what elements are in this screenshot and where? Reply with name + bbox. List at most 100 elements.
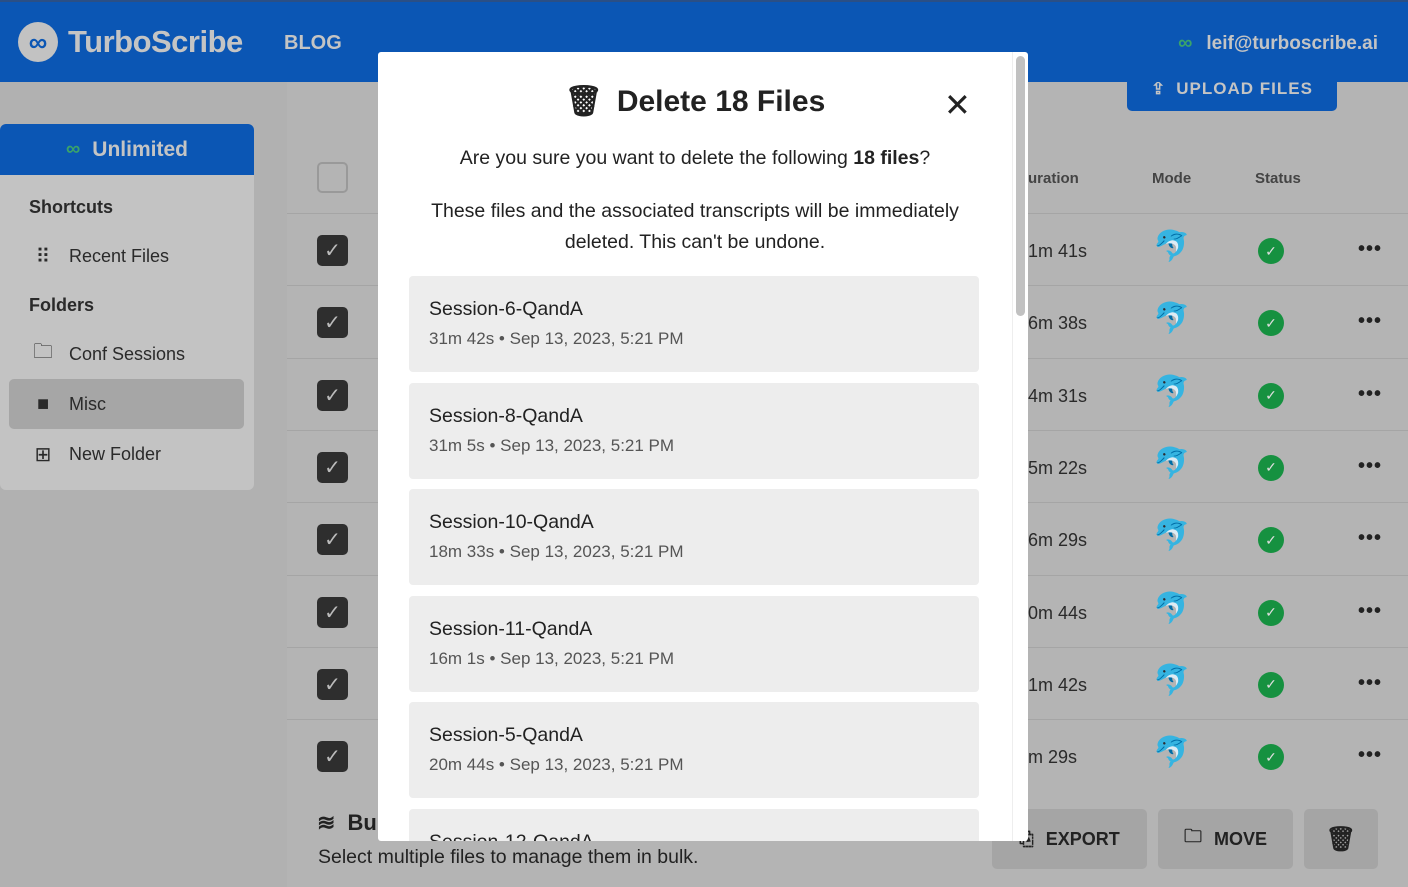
file-name: Session-6-QandA [429, 298, 583, 320]
row-checkbox-checked[interactable]: ✓ [317, 596, 348, 628]
delete-files-modal: 🗑 Delete 18 Files ✕ Are you sure you want… [378, 52, 1028, 841]
column-duration[interactable]: uration [1028, 170, 1079, 187]
warning-text: These files and the associated transcrip… [431, 200, 959, 253]
file-list-item: Session-10-QandA 18m 33s • Sep 13, 2023,… [409, 489, 979, 585]
delete-button[interactable]: 🗑 [1304, 809, 1378, 869]
check-circle-icon: ✓ [1258, 238, 1284, 264]
layers-icon: ≋ [317, 810, 336, 835]
row-checkbox-checked[interactable]: ✓ [317, 668, 348, 700]
user-email: leif@turboscribe.ai [1206, 32, 1378, 54]
close-icon[interactable]: ✕ [944, 86, 971, 124]
file-list-item: Session-6-QandA 31m 42s • Sep 13, 2023, … [409, 276, 979, 372]
blog-link[interactable]: BLOG [284, 32, 342, 55]
upload-files-label: UPLOAD FILES [1176, 82, 1313, 98]
duration: m 29s [1028, 747, 1078, 768]
upload-files-button[interactable]: ⇪ UPLOAD FILES [1127, 82, 1337, 111]
folder-filled-icon: ■ [36, 392, 50, 415]
user-menu[interactable]: ∞ leif@turboscribe.ai [1178, 32, 1378, 55]
question-count: 18 files [853, 147, 920, 169]
move-button[interactable]: 🗀 MOVE [1158, 809, 1293, 869]
dolphin-icon: 🐬 [1153, 230, 1191, 263]
duration: 6m 29s [1028, 530, 1088, 551]
more-options-icon[interactable]: ••• [1358, 238, 1382, 261]
row-checkbox-checked[interactable]: ✓ [317, 451, 348, 483]
file-meta: 20m 44s • Sep 13, 2023, 5:21 PM [429, 755, 684, 774]
sidebar: ∞ Unlimited Shortcuts ⠿ Recent Files Folde… [0, 124, 254, 490]
plan-badge[interactable]: ∞ Unlimited [0, 124, 254, 175]
select-all-checkbox[interactable] [317, 162, 348, 193]
check-circle-icon: ✓ [1258, 310, 1284, 337]
dolphin-icon: 🐬 [1153, 446, 1191, 480]
trash-icon: 🗑 [1325, 825, 1357, 853]
file-name: Session-12-QandA [429, 831, 959, 842]
sidebar-item-label: Recent Files [69, 245, 170, 266]
folders-heading: Folders [29, 295, 95, 315]
export-label: EXPORT [1045, 828, 1120, 849]
sidebar-item-label: Misc [69, 393, 106, 414]
sidebar-item-misc[interactable]: ■ Misc [9, 379, 244, 429]
row-checkbox-checked[interactable]: ✓ [317, 379, 348, 411]
duration: 4m 31s [1028, 385, 1088, 406]
sidebar-item-recent-files[interactable]: ⠿ Recent Files [9, 231, 244, 281]
duration: 1m 42s [1028, 674, 1088, 695]
file-meta: 31m 5s • Sep 13, 2023, 5:21 PM [429, 435, 675, 455]
infinity-icon: ∞ [66, 138, 81, 160]
check-circle-icon: ✓ [1258, 527, 1284, 554]
row-checkbox-checked[interactable]: ✓ [317, 741, 348, 773]
sidebar-item-label: New Folder [69, 443, 162, 464]
file-meta: 16m 1s • Sep 13, 2023, 5:21 PM [429, 648, 675, 668]
more-options-icon[interactable]: ••• [1358, 527, 1382, 550]
row-checkbox-checked[interactable]: ✓ [317, 307, 348, 339]
dolphin-icon: 🐬 [1153, 302, 1191, 336]
check-circle-icon: ✓ [1258, 744, 1284, 771]
brand-name: TurboScribe [68, 24, 243, 59]
sidebar-item-new-folder[interactable]: ⊞ New Folder [9, 429, 244, 479]
file-meta: 31m 42s • Sep 13, 2023, 5:21 PM [429, 329, 684, 348]
bulk-title: Bu [347, 810, 377, 835]
check-circle-icon: ✓ [1258, 454, 1284, 481]
dolphin-icon: 🐬 [1153, 519, 1191, 553]
row-checkbox-checked[interactable]: ✓ [317, 235, 348, 266]
scrollbar-track[interactable] [1012, 52, 1028, 841]
infinity-icon: ∞ [1178, 32, 1193, 54]
column-status[interactable]: Status [1255, 170, 1301, 187]
more-options-icon[interactable]: ••• [1358, 455, 1382, 478]
file-list-item: Session-11-QandA 16m 1s • Sep 13, 2023, … [409, 595, 979, 692]
scrollbar-thumb[interactable] [1016, 56, 1025, 316]
more-options-icon[interactable]: ••• [1358, 744, 1382, 767]
plan-label: Unlimited [92, 137, 188, 161]
folder-move-icon: 🗀 [1183, 826, 1202, 846]
sidebar-item-label: Conf Sessions [69, 343, 186, 364]
folder-plus-icon: ⊞ [34, 443, 52, 466]
file-name: Session-8-QandA [429, 404, 583, 427]
bulk-description: Select multiple files to manage them in … [318, 846, 699, 868]
infinity-logo-icon: ∞ [18, 22, 58, 62]
dolphin-icon: 🐬 [1153, 591, 1191, 625]
file-meta: 18m 33s • Sep 13, 2023, 5:21 PM [429, 542, 684, 561]
check-circle-icon: ✓ [1258, 382, 1284, 409]
dolphin-icon: 🐬 [1153, 374, 1191, 408]
modal-title-text: Delete 18 Files [616, 84, 826, 118]
sidebar-item-conf-sessions[interactable]: 🗀 Conf Sessions [9, 329, 244, 379]
trash-icon: 🗑 [564, 85, 603, 118]
upload-icon: ⇪ [1151, 82, 1167, 98]
confirm-question: Are you sure you want to delete the foll… [378, 147, 1012, 170]
file-list-item: Session-12-QandA [409, 808, 979, 842]
dolphin-icon: 🐬 [1153, 736, 1191, 770]
modal-title: 🗑 Delete 18 Files [378, 84, 1012, 119]
duration: 5m 22s [1028, 457, 1088, 478]
row-checkbox-checked[interactable]: ✓ [317, 524, 348, 556]
file-list-item: Session-5-QandA 20m 44s • Sep 13, 2023, … [409, 702, 979, 798]
grid-icon: ⠿ [35, 245, 51, 268]
more-options-icon[interactable]: ••• [1358, 600, 1382, 623]
more-options-icon[interactable]: ••• [1358, 310, 1382, 333]
more-options-icon[interactable]: ••• [1358, 672, 1382, 695]
duration: 6m 38s [1028, 313, 1088, 334]
question-end: ? [919, 147, 931, 169]
more-options-icon[interactable]: ••• [1358, 383, 1382, 406]
check-circle-icon: ✓ [1258, 599, 1284, 626]
question-text: Are you sure you want to delete the foll… [459, 147, 854, 169]
column-mode[interactable]: Mode [1152, 170, 1191, 187]
duration: 1m 41s [1028, 241, 1088, 261]
logo[interactable]: ∞ TurboScribe [18, 22, 243, 62]
